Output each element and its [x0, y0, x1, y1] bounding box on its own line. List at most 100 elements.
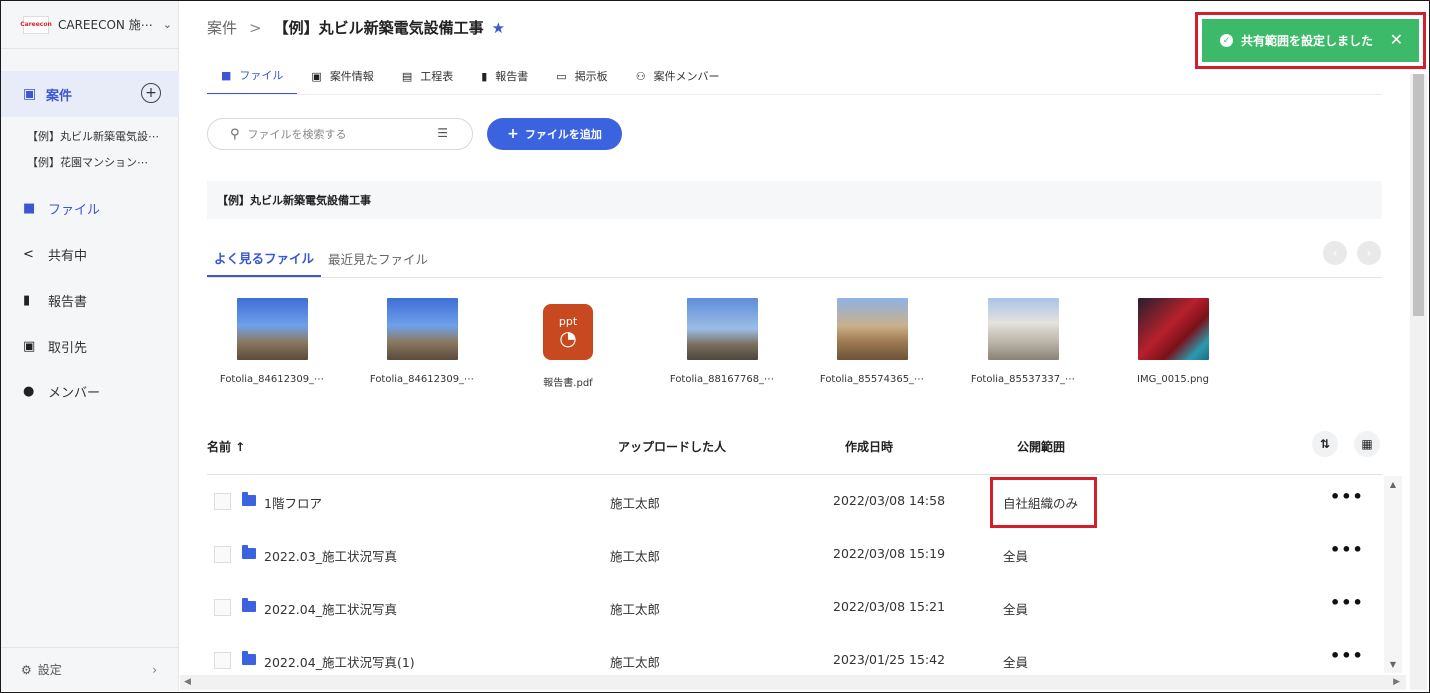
tab-schedule[interactable]: ▤ 工程表: [388, 57, 467, 95]
current-folder-path: 【例】丸ビル新築電気設備工事: [207, 181, 1382, 219]
toast-message: 共有範囲を設定しました: [1241, 34, 1374, 48]
ppt-file-icon: ppt ◔: [543, 304, 593, 360]
sidebar-item-label: 取引先: [48, 341, 88, 356]
project-link[interactable]: 【例】花園マンション⋯: [27, 154, 148, 170]
carousel-nav: ‹ ›: [1323, 241, 1381, 265]
check-circle-icon: ✓: [1220, 34, 1233, 47]
add-project-button[interactable]: +: [141, 83, 161, 103]
file-tabs: よく見るファイル 最近見たファイル: [207, 239, 435, 277]
thumbnail-caption: Fotolia_85574365_⋯: [819, 374, 925, 385]
row-name[interactable]: 2022.04_施工状況写真: [264, 599, 397, 618]
thumbnail-caption: IMG_0015.png: [1137, 374, 1209, 385]
horizontal-scrollbar[interactable]: ◀ ▶: [180, 675, 1406, 690]
settings-label: 設定: [37, 663, 62, 677]
photo-thumbnail: [1137, 298, 1209, 360]
sidebar-item-sharing[interactable]: < 共有中: [23, 245, 87, 264]
thumbnail-item[interactable]: Fotolia_85537337_⋯: [958, 298, 1088, 385]
sidebar-item-files[interactable]: ■ ファイル: [23, 199, 100, 218]
scroll-down-icon[interactable]: ▼: [1384, 660, 1402, 669]
close-icon[interactable]: ✕: [1390, 30, 1403, 49]
thumbnail-item[interactable]: Fotolia_84612309_⋯: [207, 298, 337, 385]
scroll-right-icon[interactable]: ▶: [1393, 677, 1400, 687]
tab-board[interactable]: ▭ 掲示板: [542, 57, 621, 95]
row-uploader: 施工太郎: [610, 549, 661, 564]
row-scope: 全員: [1003, 549, 1029, 564]
page-scrollbar[interactable]: [1410, 74, 1427, 690]
scroll-left-icon[interactable]: ◀: [184, 677, 191, 687]
row-name[interactable]: 2022.04_施工状況写真(1): [264, 652, 415, 671]
sidebar-item-members[interactable]: ● メンバー: [23, 382, 100, 401]
more-options-icon[interactable]: •••: [1330, 646, 1364, 665]
row-checkbox[interactable]: [214, 546, 231, 563]
thumbnail-item[interactable]: ppt ◔ 報告書.pdf: [503, 298, 633, 389]
row-scope: 全員: [1003, 602, 1029, 617]
star-icon[interactable]: ★: [492, 19, 505, 37]
row-name[interactable]: 1階フロア: [264, 493, 322, 512]
sidebar-item-reports[interactable]: ▮ 報告書: [23, 291, 87, 310]
thumbnail-item[interactable]: Fotolia_84612309_⋯: [357, 298, 487, 385]
table-row[interactable]: 2022.03_施工状況写真 施工太郎 2022/03/08 15:19 全員 …: [207, 528, 1382, 581]
more-options-icon[interactable]: •••: [1330, 487, 1364, 506]
sidebar-item-label: メンバー: [48, 386, 101, 401]
scroll-up-icon[interactable]: ▲: [1384, 480, 1402, 489]
row-created: 2022/03/08 15:19: [833, 546, 946, 561]
tab-members[interactable]: ⚇ 案件メンバー: [622, 57, 734, 95]
sort-icon[interactable]: ⇅: [1312, 431, 1338, 457]
org-name: CAREECON 施⋯: [58, 18, 153, 32]
divider: [207, 277, 1382, 278]
photo-thumbnail: [386, 298, 458, 360]
share-icon: <: [23, 247, 34, 262]
more-options-icon[interactable]: •••: [1330, 593, 1364, 612]
toast-highlight: ✓ 共有範囲を設定しました ✕: [1195, 12, 1426, 69]
thumbnail-caption: Fotolia_84612309_⋯: [369, 374, 475, 385]
project-tabs: ■ ファイル ▣ 案件情報 ▤ 工程表 ▮ 報告書 ▭ 掲示板 ⚇ 案件メンバー: [207, 57, 734, 95]
column-scope: 公開範囲: [1017, 440, 1066, 454]
page-title: 【例】丸ビル新築電気設備工事: [273, 19, 484, 37]
more-options-icon[interactable]: •••: [1330, 540, 1364, 559]
chevron-right-icon[interactable]: ›: [1357, 241, 1381, 265]
grid-view-icon[interactable]: ▦: [1354, 431, 1380, 457]
people-icon: ⚇: [635, 69, 646, 83]
thumbnail-item[interactable]: Fotolia_85574365_⋯: [807, 298, 937, 385]
row-checkbox[interactable]: [214, 493, 231, 510]
table-row[interactable]: 2022.04_施工状況写真 施工太郎 2022/03/08 15:21 全員 …: [207, 581, 1382, 634]
tab-frequent-files[interactable]: よく見るファイル: [207, 239, 322, 277]
row-name[interactable]: 2022.03_施工状況写真: [264, 546, 397, 565]
tab-reports[interactable]: ▮ 報告書: [467, 57, 542, 95]
tab-label: 工程表: [420, 70, 454, 83]
row-checkbox[interactable]: [214, 599, 231, 616]
add-file-button[interactable]: + ファイルを追加: [487, 118, 622, 150]
column-name[interactable]: 名前 ↑: [207, 438, 245, 455]
clipboard-icon: ▣: [311, 69, 322, 83]
column-uploader: アップロードした人: [618, 440, 727, 454]
thumbnail-item[interactable]: IMG_0015.png: [1108, 298, 1238, 385]
sidebar: Careecon CAREECON 施⋯ ⌄ ▣ 案件 + 【例】丸ビル新築電気…: [1, 1, 179, 691]
table-row[interactable]: 1階フロア 施工太郎 2022/03/08 14:58 自社組織のみ •••: [207, 475, 1382, 528]
scrollbar-thumb[interactable]: [1413, 74, 1424, 316]
org-switcher[interactable]: Careecon CAREECON 施⋯ ⌄: [1, 1, 179, 49]
search-icon: ⚲: [230, 126, 240, 142]
thumbnail-item[interactable]: Fotolia_88167768_⋯: [657, 298, 787, 385]
table-scrollbar[interactable]: ▲ ▼: [1384, 476, 1402, 673]
project-link[interactable]: 【例】丸ビル新築電気設⋯: [27, 128, 159, 144]
schedule-icon: ▤: [401, 69, 413, 83]
sidebar-item-label: 案件: [46, 88, 73, 104]
message-icon: ▭: [556, 69, 567, 83]
row-checkbox[interactable]: [214, 652, 231, 669]
filter-icon[interactable]: ☰: [437, 126, 448, 140]
thumbnail-caption: Fotolia_85537337_⋯: [970, 374, 1076, 385]
chevron-left-icon[interactable]: ‹: [1323, 241, 1347, 265]
search-input[interactable]: ⚲ ファイルを検索する ☰: [207, 118, 473, 150]
sidebar-item-projects[interactable]: ▣ 案件 +: [1, 71, 179, 117]
tab-files[interactable]: ■ ファイル: [207, 57, 298, 95]
row-uploader: 施工太郎: [610, 496, 661, 511]
sidebar-item-clients[interactable]: ▣ 取引先: [23, 337, 87, 356]
tab-recent-files[interactable]: 最近見たファイル: [321, 239, 435, 277]
settings-button[interactable]: ⚙ 設定 ›: [1, 647, 179, 691]
thumbnail-caption: 報告書.pdf: [543, 378, 593, 389]
gear-icon: ⚙: [21, 662, 32, 677]
breadcrumb-root[interactable]: 案件: [207, 17, 237, 38]
tab-project-info[interactable]: ▣ 案件情報: [297, 57, 387, 95]
ppt-label: ppt: [558, 314, 578, 328]
folder-icon: [242, 598, 256, 612]
